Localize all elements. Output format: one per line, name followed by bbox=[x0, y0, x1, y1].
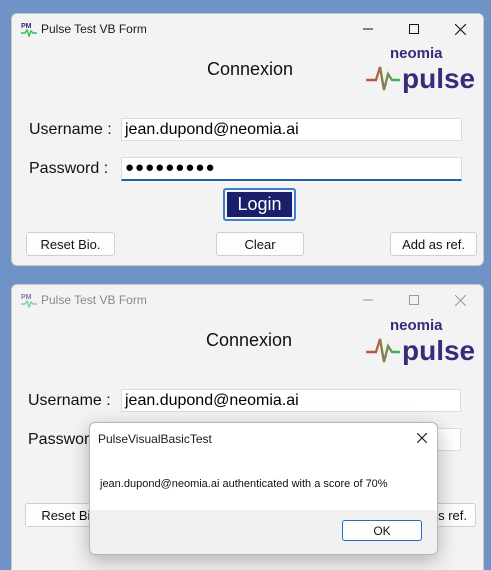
password-value: ●●●●●●●●● bbox=[125, 159, 216, 176]
add-as-ref-button[interactable]: Add as ref. bbox=[390, 232, 477, 256]
logo-main-text: pulse bbox=[402, 335, 475, 365]
window-title: Pulse Test VB Form bbox=[41, 293, 147, 307]
svg-text:PM: PM bbox=[21, 23, 32, 30]
message-dialog: PulseVisualBasicTest jean.dupond@neomia.… bbox=[89, 422, 438, 555]
app-icon: PM bbox=[21, 294, 37, 308]
username-field[interactable]: jean.dupond@neomia.ai bbox=[121, 389, 461, 412]
maximize-icon bbox=[409, 295, 419, 305]
close-button[interactable] bbox=[437, 14, 483, 44]
pulse-wave-icon bbox=[366, 66, 400, 91]
maximize-icon bbox=[409, 24, 419, 34]
username-value: jean.dupond@neomia.ai bbox=[125, 121, 299, 138]
password-field[interactable]: ●●●●●●●●● bbox=[121, 157, 462, 181]
add-as-ref-label: s ref. bbox=[438, 507, 467, 523]
neomia-pulse-logo: neomia pulse bbox=[366, 45, 475, 93]
close-button[interactable] bbox=[437, 285, 483, 315]
close-icon bbox=[454, 23, 466, 35]
logo-main-text: pulse bbox=[402, 63, 475, 93]
title-bar[interactable]: PM Pulse Test VB Form bbox=[12, 14, 483, 44]
maximize-button[interactable] bbox=[391, 14, 437, 44]
maximize-button[interactable] bbox=[391, 285, 437, 315]
username-label: Username : bbox=[28, 392, 111, 409]
dialog-close-button[interactable] bbox=[407, 423, 437, 453]
title-bar[interactable]: PM Pulse Test VB Form bbox=[12, 285, 483, 315]
password-label: Password bbox=[28, 431, 99, 448]
login-window-active: PM Pulse Test VB Form Connexion neomia p… bbox=[11, 13, 484, 266]
username-value: jean.dupond@neomia.ai bbox=[125, 392, 299, 409]
window-title: Pulse Test VB Form bbox=[41, 22, 147, 36]
dialog-footer: OK bbox=[90, 510, 437, 554]
reset-bio-button[interactable]: Reset Bio. bbox=[26, 232, 115, 256]
clear-button[interactable]: Clear bbox=[216, 232, 304, 256]
logo-top-text: neomia bbox=[390, 317, 443, 334]
minimize-button[interactable] bbox=[345, 14, 391, 44]
username-label: Username : bbox=[29, 121, 112, 138]
login-button[interactable]: Login bbox=[223, 188, 296, 221]
close-icon bbox=[454, 294, 466, 306]
minimize-icon bbox=[363, 28, 373, 30]
pulse-wave-icon bbox=[366, 338, 400, 363]
dialog-title: PulseVisualBasicTest bbox=[98, 432, 212, 446]
svg-text:PM: PM bbox=[21, 294, 32, 301]
login-button-label: Login bbox=[227, 192, 292, 217]
password-label: Password : bbox=[29, 160, 109, 177]
username-field[interactable]: jean.dupond@neomia.ai bbox=[121, 118, 462, 141]
neomia-pulse-logo: neomia pulse bbox=[366, 317, 475, 365]
minimize-icon bbox=[363, 299, 373, 301]
app-icon: PM bbox=[21, 23, 37, 37]
page-title: Connexion bbox=[206, 330, 293, 350]
page-title: Connexion bbox=[207, 59, 294, 79]
close-icon bbox=[417, 433, 427, 443]
dialog-message: jean.dupond@neomia.ai authenticated with… bbox=[100, 478, 388, 490]
minimize-button[interactable] bbox=[345, 285, 391, 315]
logo-top-text: neomia bbox=[390, 45, 443, 62]
ok-button[interactable]: OK bbox=[342, 520, 422, 541]
